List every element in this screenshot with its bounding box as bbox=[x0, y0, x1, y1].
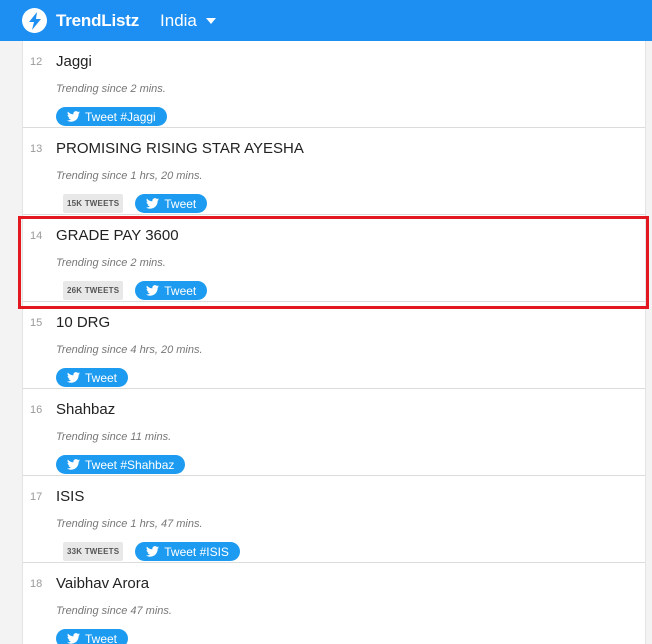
tweet-button-label: Tweet bbox=[85, 631, 118, 644]
trend-name[interactable]: ISIS bbox=[56, 488, 84, 505]
trend-rank: 14 bbox=[30, 230, 43, 242]
tweet-button[interactable]: Tweet #Jaggi bbox=[56, 107, 167, 126]
brand-name[interactable]: TrendListz bbox=[56, 11, 139, 31]
trend-since: Trending since 2 mins. bbox=[56, 83, 166, 95]
tweet-button[interactable]: Tweet bbox=[56, 629, 129, 644]
tweet-button[interactable]: Tweet bbox=[135, 281, 208, 300]
tweet-button[interactable]: Tweet #ISIS bbox=[135, 542, 240, 561]
top-navbar: TrendListz India bbox=[0, 0, 652, 41]
trend-since: Trending since 11 mins. bbox=[56, 431, 172, 443]
trend-rank: 15 bbox=[30, 317, 43, 329]
trend-list: 12 Jaggi Trending since 2 mins. Tweet #J… bbox=[22, 41, 646, 644]
twitter-bird-icon bbox=[67, 372, 80, 383]
trend-name[interactable]: Vaibhav Arora bbox=[56, 575, 149, 592]
trend-item: 17 ISIS Trending since 1 hrs, 47 mins. 3… bbox=[23, 476, 645, 563]
trend-name[interactable]: PROMISING RISING STAR AYESHA bbox=[56, 140, 304, 157]
tweet-button-label: Tweet bbox=[85, 370, 118, 385]
trend-since: Trending since 4 hrs, 20 mins. bbox=[56, 344, 203, 356]
trend-since: Trending since 1 hrs, 20 mins. bbox=[56, 170, 203, 182]
twitter-bird-icon bbox=[67, 459, 80, 470]
trend-since: Trending since 1 hrs, 47 mins. bbox=[56, 518, 203, 530]
twitter-bird-icon bbox=[146, 285, 160, 296]
tweet-button-label: Tweet #Jaggi bbox=[85, 109, 156, 124]
trend-name[interactable]: 10 DRG bbox=[56, 314, 110, 331]
tweet-button-label: Tweet #Shahbaz bbox=[85, 457, 175, 472]
tweet-button[interactable]: Tweet #Shahbaz bbox=[56, 455, 186, 474]
twitter-bird-icon bbox=[146, 546, 160, 557]
caret-down-icon bbox=[205, 17, 216, 24]
tweet-button-label: Tweet #ISIS bbox=[164, 544, 229, 559]
trend-rank: 16 bbox=[30, 404, 43, 416]
twitter-bird-icon bbox=[67, 111, 80, 122]
trend-name[interactable]: Shahbaz bbox=[56, 401, 115, 418]
tweet-count-badge: 33K TWEETS bbox=[63, 542, 124, 561]
trend-rank: 17 bbox=[30, 491, 43, 503]
trend-rank: 13 bbox=[30, 143, 43, 155]
trend-name[interactable]: GRADE PAY 3600 bbox=[56, 227, 179, 244]
trend-item: 13 PROMISING RISING STAR AYESHA Trending… bbox=[23, 128, 645, 215]
tweet-count-badge: 15K TWEETS bbox=[63, 194, 124, 213]
tweet-button-label: Tweet bbox=[164, 283, 197, 298]
lightning-logo-icon[interactable] bbox=[22, 8, 47, 33]
trend-rank: 12 bbox=[30, 56, 43, 68]
trend-item: 16 Shahbaz Trending since 11 mins. Tweet… bbox=[23, 389, 645, 476]
trend-name[interactable]: Jaggi bbox=[56, 53, 92, 70]
trend-since: Trending since 47 mins. bbox=[56, 605, 172, 617]
country-label: India bbox=[160, 10, 197, 30]
twitter-bird-icon bbox=[146, 198, 160, 209]
trend-item: 12 Jaggi Trending since 2 mins. Tweet #J… bbox=[23, 41, 645, 128]
tweet-button[interactable]: Tweet bbox=[56, 368, 129, 387]
twitter-bird-icon bbox=[67, 633, 80, 644]
tweet-button-label: Tweet bbox=[164, 196, 197, 211]
trend-item: 14 GRADE PAY 3600 Trending since 2 mins.… bbox=[23, 215, 645, 302]
tweet-count-badge: 26K TWEETS bbox=[63, 281, 124, 300]
country-dropdown[interactable]: India bbox=[160, 11, 216, 31]
trend-item: 15 10 DRG Trending since 4 hrs, 20 mins.… bbox=[23, 302, 645, 389]
trend-item: 18 Vaibhav Arora Trending since 47 mins.… bbox=[23, 563, 645, 644]
trend-since: Trending since 2 mins. bbox=[56, 257, 166, 269]
tweet-button[interactable]: Tweet bbox=[135, 194, 208, 213]
trend-rank: 18 bbox=[30, 578, 43, 590]
